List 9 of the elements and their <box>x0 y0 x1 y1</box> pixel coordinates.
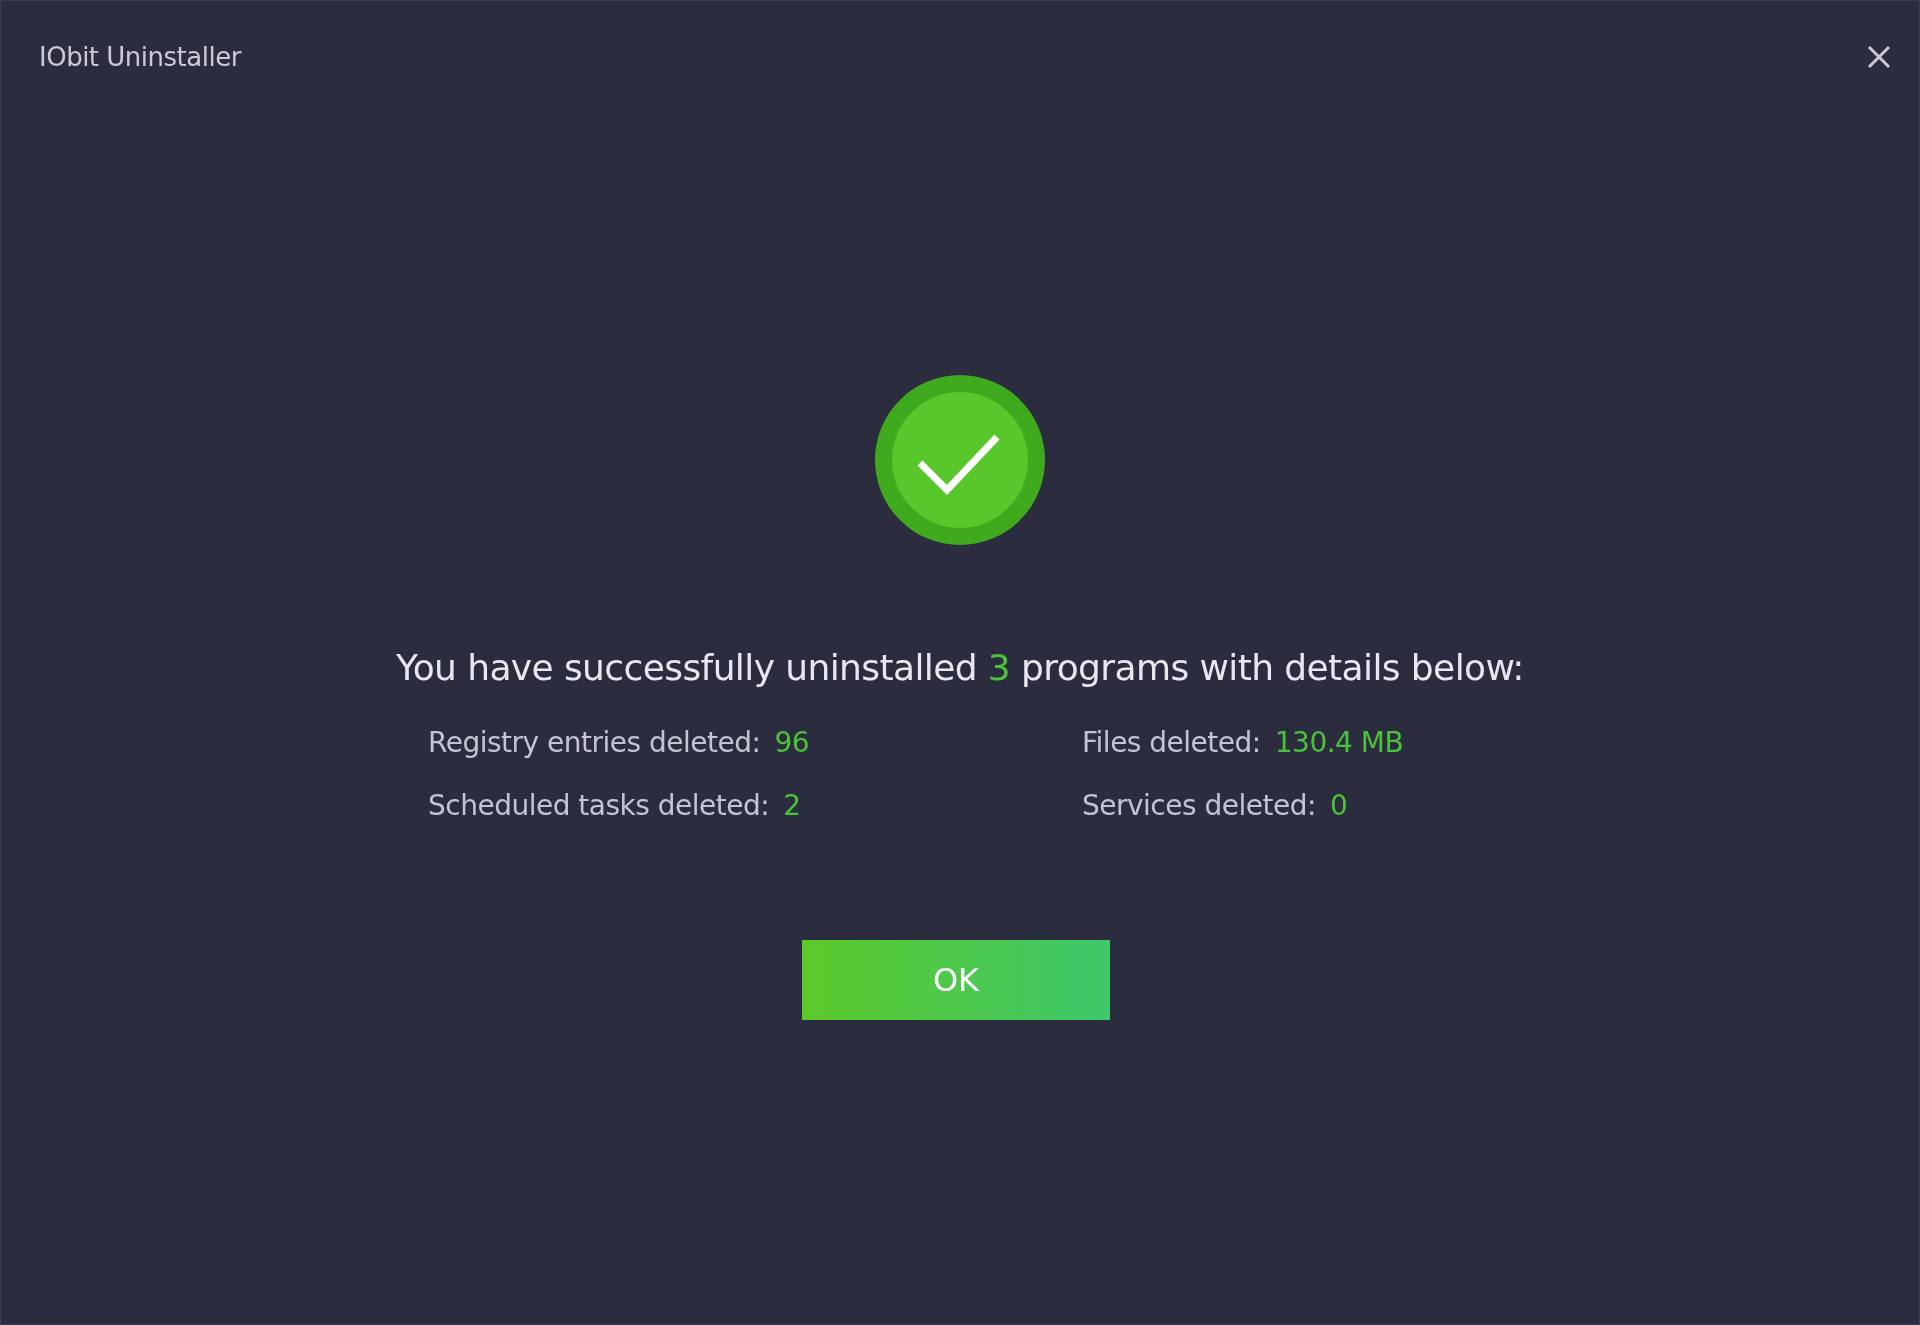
stat-text: Files deleted: 130.4 MB <box>1082 726 1405 759</box>
window-title: IObit Uninstaller <box>39 42 241 72</box>
stat-text: Services deleted: 0 <box>1082 789 1349 822</box>
checkmark-icon <box>875 375 1045 545</box>
close-icon[interactable] <box>1865 43 1893 71</box>
ok-button[interactable]: OK <box>802 940 1110 1020</box>
success-message: You have successfully uninstalled 3 programs with details below: <box>396 647 1524 688</box>
stat-text: Scheduled tasks deleted: 2 <box>428 789 802 822</box>
stat-text: Registry entries deleted: 96 <box>428 726 811 759</box>
